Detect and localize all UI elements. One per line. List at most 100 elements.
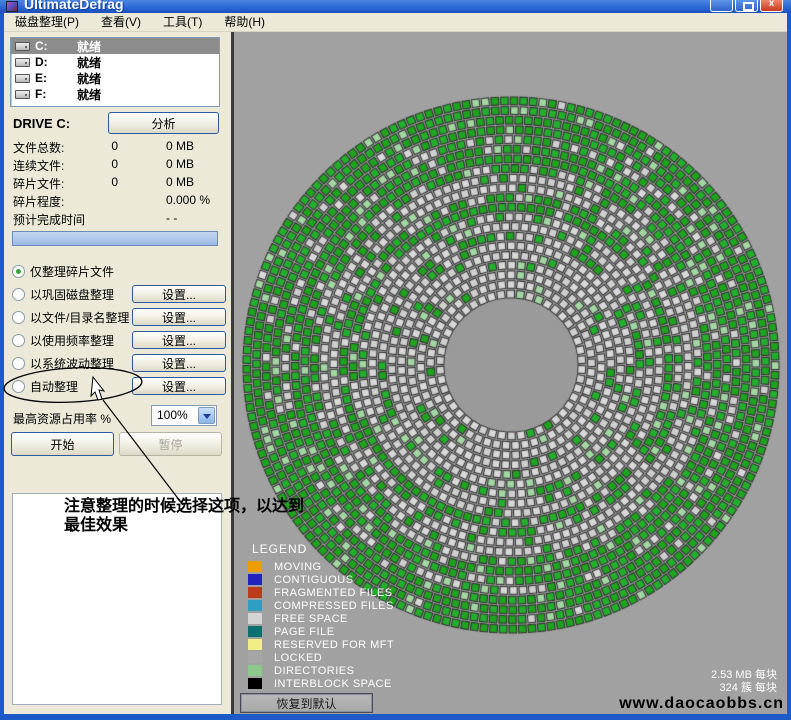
drive-title: DRIVE C: [13, 116, 70, 131]
block-size-text: 2.53 MB 每块 [711, 669, 777, 682]
app-icon [6, 1, 18, 12]
resource-usage-label: 最高资源占用率 % [13, 410, 111, 427]
control-panel: C: 就绪 D: 就绪 E: 就绪 F: 就绪 DRIVE C: 分析 文件总数… [4, 32, 231, 714]
legend-item-fragmented: FRAGMENTED FILES [248, 586, 394, 599]
start-button[interactable]: 开始 [11, 432, 114, 456]
drive-icon [15, 74, 30, 83]
drive-row-e[interactable]: E: 就绪 [11, 70, 219, 86]
legend-item-contiguous: CONTIGUOUS [248, 573, 394, 586]
method-consolidate[interactable]: 以巩固磁盘整理 设置... [12, 283, 224, 306]
radio-icon[interactable] [12, 357, 25, 370]
pause-button: 暂停 [119, 432, 222, 456]
resource-usage-dropdown[interactable]: 100% [151, 405, 217, 426]
stat-label: 碎片文件: [13, 175, 64, 192]
drive-icon [15, 90, 30, 99]
annotation-text: 注意整理的时候选择这项，以达到 最佳效果 [64, 497, 304, 535]
annotation-line1: 注意整理的时候选择这项，以达到 [64, 497, 304, 516]
method-label: 以巩固磁盘整理 [30, 286, 114, 303]
directories-swatch-icon [248, 665, 262, 676]
chevron-down-icon[interactable] [198, 407, 215, 424]
radio-icon[interactable] [12, 288, 25, 301]
method-filename[interactable]: 以文件/目录名整理 设置... [12, 306, 224, 329]
watermark-text: www.daocaobbs.cn [619, 695, 784, 713]
legend-item-directories: DIRECTORIES [248, 664, 394, 677]
interblock-swatch-icon [248, 678, 262, 689]
drive-status: 就绪 [77, 86, 101, 103]
compressed-swatch-icon [248, 600, 262, 611]
defrag-method-group: 仅整理碎片文件 以巩固磁盘整理 设置... 以文件/目录名整理 设置... 以使… [12, 260, 224, 398]
legend-label: COMPRESSED FILES [274, 600, 394, 612]
drive-status: 就绪 [77, 54, 101, 71]
cluster-size-text: 324 簇 每块 [711, 682, 777, 695]
stat-contiguous-files: 连续文件: 0 0 MB [13, 157, 221, 175]
legend-label: PAGE FILE [274, 626, 335, 638]
restore-default-button[interactable]: 恢复到默认 [240, 693, 373, 713]
method-label: 以文件/目录名整理 [30, 309, 129, 326]
legend-item-interblock: INTERBLOCK SPACE [248, 677, 394, 690]
method-label: 以系统波动整理 [30, 355, 114, 372]
legend: LEGEND MOVING CONTIGUOUS FRAGMENTED FILE… [248, 542, 394, 690]
dropdown-value: 100% [157, 408, 188, 422]
stat-count: 0 [83, 139, 118, 153]
close-icon: x [761, 0, 782, 10]
page-file-swatch-icon [248, 626, 262, 637]
stat-size: - - [166, 211, 177, 225]
legend-title: LEGEND [252, 542, 394, 556]
drive-name: C: [35, 39, 77, 53]
stat-eta: 预计完成时间 - - [13, 211, 221, 229]
drive-status: 就绪 [77, 70, 101, 87]
method-frequency[interactable]: 以使用频率整理 设置... [12, 329, 224, 352]
legend-item-mft: RESERVED FOR MFT [248, 638, 394, 651]
radio-icon[interactable] [12, 334, 25, 347]
settings-button-frequency[interactable]: 设置... [132, 331, 226, 349]
legend-label: MOVING [274, 561, 322, 573]
legend-label: INTERBLOCK SPACE [274, 678, 392, 690]
maximize-button[interactable] [735, 0, 758, 12]
legend-item-locked: LOCKED [248, 651, 394, 664]
drive-list: C: 就绪 D: 就绪 E: 就绪 F: 就绪 [10, 37, 220, 107]
menu-defrag[interactable]: 磁盘整理(P) [4, 13, 90, 32]
radio-icon[interactable] [12, 311, 25, 324]
drive-row-c[interactable]: C: 就绪 [11, 38, 219, 54]
settings-button-auto[interactable]: 设置... [132, 377, 226, 395]
analyze-button[interactable]: 分析 [108, 112, 219, 134]
settings-button-filename[interactable]: 设置... [132, 308, 226, 326]
stat-fragmented-files: 碎片文件: 0 0 MB [13, 175, 221, 193]
stat-count: 0 [83, 175, 118, 189]
method-volatility[interactable]: 以系统波动整理 设置... [12, 352, 224, 375]
stat-count: 0 [83, 157, 118, 171]
settings-button-consolidate[interactable]: 设置... [132, 285, 226, 303]
window-title: UltimateDefrag [24, 0, 124, 12]
drive-row-d[interactable]: D: 就绪 [11, 54, 219, 70]
legend-item-page-file: PAGE FILE [248, 625, 394, 638]
close-button[interactable]: x [760, 0, 783, 12]
drive-row-f[interactable]: F: 就绪 [11, 86, 219, 102]
method-fragmented-only[interactable]: 仅整理碎片文件 [12, 260, 224, 283]
disk-map-panel: LEGEND MOVING CONTIGUOUS FRAGMENTED FILE… [234, 32, 787, 714]
drive-stats: 文件总数: 0 0 MB 连续文件: 0 0 MB 碎片文件: 0 0 MB 碎… [13, 139, 221, 229]
stat-size: 0 MB [166, 157, 194, 171]
legend-label: FREE SPACE [274, 613, 348, 625]
menu-help[interactable]: 帮助(H) [213, 13, 276, 32]
drive-name: F: [35, 87, 77, 101]
radio-icon[interactable] [12, 380, 25, 393]
settings-button-volatility[interactable]: 设置... [132, 354, 226, 372]
stat-total-files: 文件总数: 0 0 MB [13, 139, 221, 157]
drive-icon [15, 42, 30, 51]
method-auto[interactable]: 自动整理 设置... [12, 375, 224, 398]
stat-size: 0 MB [166, 175, 194, 189]
progress-bar [12, 231, 218, 246]
menu-view[interactable]: 查看(V) [90, 13, 152, 32]
legend-label: LOCKED [274, 652, 322, 664]
method-label: 自动整理 [30, 378, 78, 395]
locked-swatch-icon [248, 652, 262, 663]
legend-label: DIRECTORIES [274, 665, 354, 677]
legend-label: CONTIGUOUS [274, 574, 354, 586]
stat-size: 0.000 % [166, 193, 210, 207]
minimize-button[interactable] [710, 0, 733, 12]
mft-swatch-icon [248, 639, 262, 650]
legend-label: FRAGMENTED FILES [274, 587, 393, 599]
menu-tools[interactable]: 工具(T) [152, 13, 213, 32]
radio-icon[interactable] [12, 265, 25, 278]
stat-label: 文件总数: [13, 139, 64, 156]
